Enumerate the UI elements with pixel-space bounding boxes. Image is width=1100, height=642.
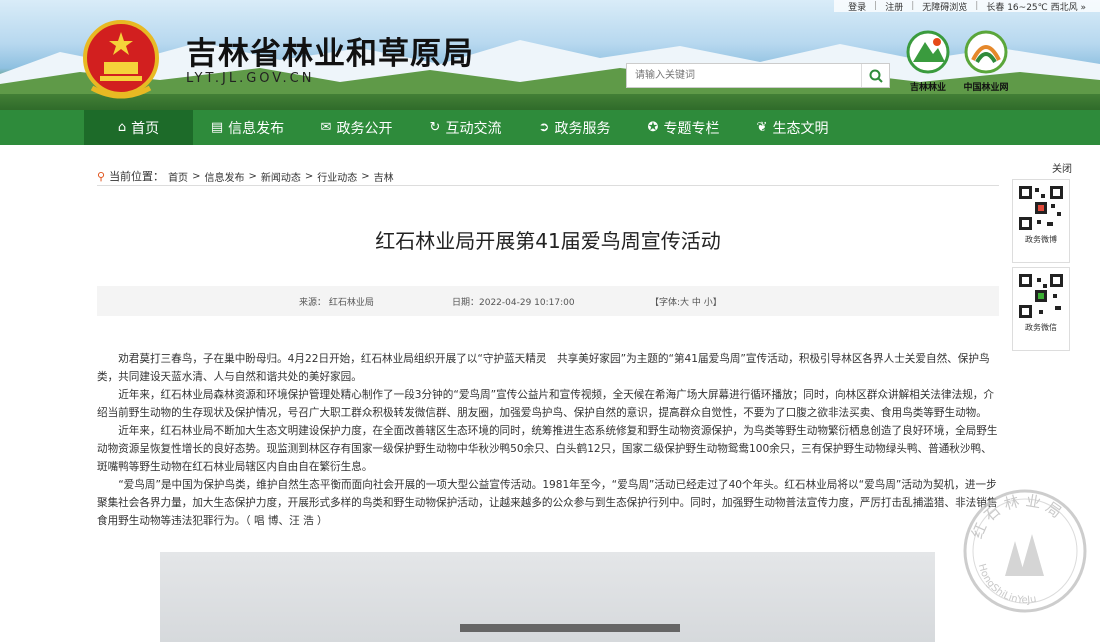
qr-code-icon xyxy=(1017,184,1065,232)
top-links-bar: 登录 | 注册 | 无障碍浏览 | 长春 16~25℃ 西北风 » xyxy=(834,0,1100,13)
article-photo xyxy=(160,552,935,642)
article-paragraph: 近年来，红石林业局不断加大生态文明建设保护力度，在全面改善辖区生态环境的同时，统… xyxy=(97,425,998,473)
nav-item-label: 互动交流 xyxy=(445,120,502,137)
arrow-circle-icon: ➲ xyxy=(538,120,550,135)
nav-item-label: 首页 xyxy=(131,120,160,137)
refresh-icon: ↻ xyxy=(429,120,441,135)
search-button[interactable] xyxy=(861,64,889,87)
article-paragraph: “爱鸟周”是中国为保护鸟类，维护自然生态平衡而面向社会开展的一项大型公益宣传活动… xyxy=(97,479,998,527)
nav-item-services[interactable]: ➲ 政务服务 xyxy=(520,110,629,145)
leaf-icon: ❦ xyxy=(756,120,768,135)
location-pin-icon: ⚲ xyxy=(97,169,106,183)
breadcrumb-item[interactable]: 行业动态 xyxy=(317,169,357,184)
search-box xyxy=(626,63,890,88)
floating-sidebar: 关闭 政务微博 政务微信 xyxy=(1012,160,1072,355)
china-forestry-label: 中国林业网 xyxy=(963,83,1009,93)
main-nav: ⌂ 首页 ▤ 信息发布 ✉ 政务公开 ↻ 互动交流 ➲ 政务服务 ✪ 专题专栏 … xyxy=(0,110,1100,145)
jilin-forestry-logo-icon xyxy=(906,30,950,74)
font-size-switch[interactable]: 【字体:大 中 小】 xyxy=(650,295,722,308)
nav-item-label: 政务公开 xyxy=(336,120,393,137)
accessible-browse-link[interactable]: 无障碍浏览 xyxy=(914,0,975,13)
nav-item-info[interactable]: ▤ 信息发布 xyxy=(193,110,302,145)
article-date: 日期：2022-04-29 10:17:00 xyxy=(452,297,575,308)
article-paragraph: 劝君莫打三春鸟，子在巢中盼母归。4月22日开始，红石林业局组织开展了以“守护蓝天… xyxy=(97,353,990,383)
wechat-qr-label: 政务微信 xyxy=(1025,323,1057,332)
nav-item-home[interactable]: ⌂ 首页 xyxy=(84,110,193,145)
chat-icon: ✉ xyxy=(320,120,332,135)
china-forestry-logo-icon xyxy=(964,30,1008,74)
wechat-qr[interactable]: 政务微信 xyxy=(1012,267,1070,351)
nav-item-ecology[interactable]: ❦ 生态文明 xyxy=(738,110,847,145)
nav-item-label: 信息发布 xyxy=(228,120,285,137)
breadcrumb-item[interactable]: 首页 xyxy=(168,169,188,184)
search-icon xyxy=(869,69,883,83)
site-domain: LYT.JL.GOV.CN xyxy=(186,71,315,86)
site-title: 吉林省林业和草原局 xyxy=(186,36,474,72)
breadcrumb: ⚲ 当前位置： 首页 > 信息发布 > 新闻动态 > 行业动态 > 吉林 xyxy=(97,169,394,184)
national-emblem-icon xyxy=(83,20,159,99)
document-icon: ▤ xyxy=(210,120,224,135)
weather-info[interactable]: 长春 16~25℃ 西北风 » xyxy=(978,0,1094,13)
header-banner: 登录 | 注册 | 无障碍浏览 | 长春 16~25℃ 西北风 » 吉林省林业和… xyxy=(0,0,1100,110)
breadcrumb-prefix: 当前位置： xyxy=(109,170,165,183)
nav-item-topics[interactable]: ✪ 专题专栏 xyxy=(629,110,738,145)
register-link[interactable]: 注册 xyxy=(877,0,911,13)
watermark-seal: 红 石 林 业 局 HongShiLinYeJu xyxy=(963,489,1087,613)
photo-content xyxy=(460,624,680,632)
compass-icon: ✪ xyxy=(647,120,659,135)
article-title: 红石林业局开展第41届爱鸟周宣传活动 xyxy=(375,229,721,253)
weibo-qr[interactable]: 政务微博 xyxy=(1012,179,1070,263)
search-input[interactable] xyxy=(627,64,861,87)
login-link[interactable]: 登录 xyxy=(840,0,874,13)
jilin-forestry-logo[interactable]: 吉林林业 xyxy=(902,30,954,93)
article-meta-bar: 来源： 红石林业局 日期：2022-04-29 10:17:00 【字体:大 中… xyxy=(97,286,999,316)
breadcrumb-item[interactable]: 吉林 xyxy=(374,169,394,184)
nav-item-label: 政务服务 xyxy=(554,120,611,137)
nav-item-label: 专题专栏 xyxy=(663,120,720,137)
breadcrumb-item[interactable]: 信息发布 xyxy=(204,169,244,184)
china-forestry-logo[interactable]: 中国林业网 xyxy=(960,30,1012,93)
jilin-forestry-label: 吉林林业 xyxy=(909,83,946,93)
article-paragraph: 近年来，红石林业局森林资源和环境保护管理处精心制作了一段3分钟的“爱鸟周”宣传公… xyxy=(97,389,994,419)
home-icon: ⌂ xyxy=(117,120,127,135)
weibo-qr-label: 政务微博 xyxy=(1025,235,1057,244)
nav-item-interaction[interactable]: ↻ 互动交流 xyxy=(411,110,520,145)
divider xyxy=(97,185,999,186)
close-sidebar-button[interactable]: 关闭 xyxy=(1012,160,1072,175)
qr-code-icon xyxy=(1017,272,1065,320)
nav-item-label: 生态文明 xyxy=(772,120,829,137)
article-body: 劝君莫打三春鸟，子在巢中盼母归。4月22日开始，红石林业局组织开展了以“守护蓝天… xyxy=(97,350,999,530)
nav-item-gov-open[interactable]: ✉ 政务公开 xyxy=(302,110,411,145)
breadcrumb-item[interactable]: 新闻动态 xyxy=(261,169,301,184)
article-source: 来源： 红石林业局 xyxy=(299,297,374,308)
